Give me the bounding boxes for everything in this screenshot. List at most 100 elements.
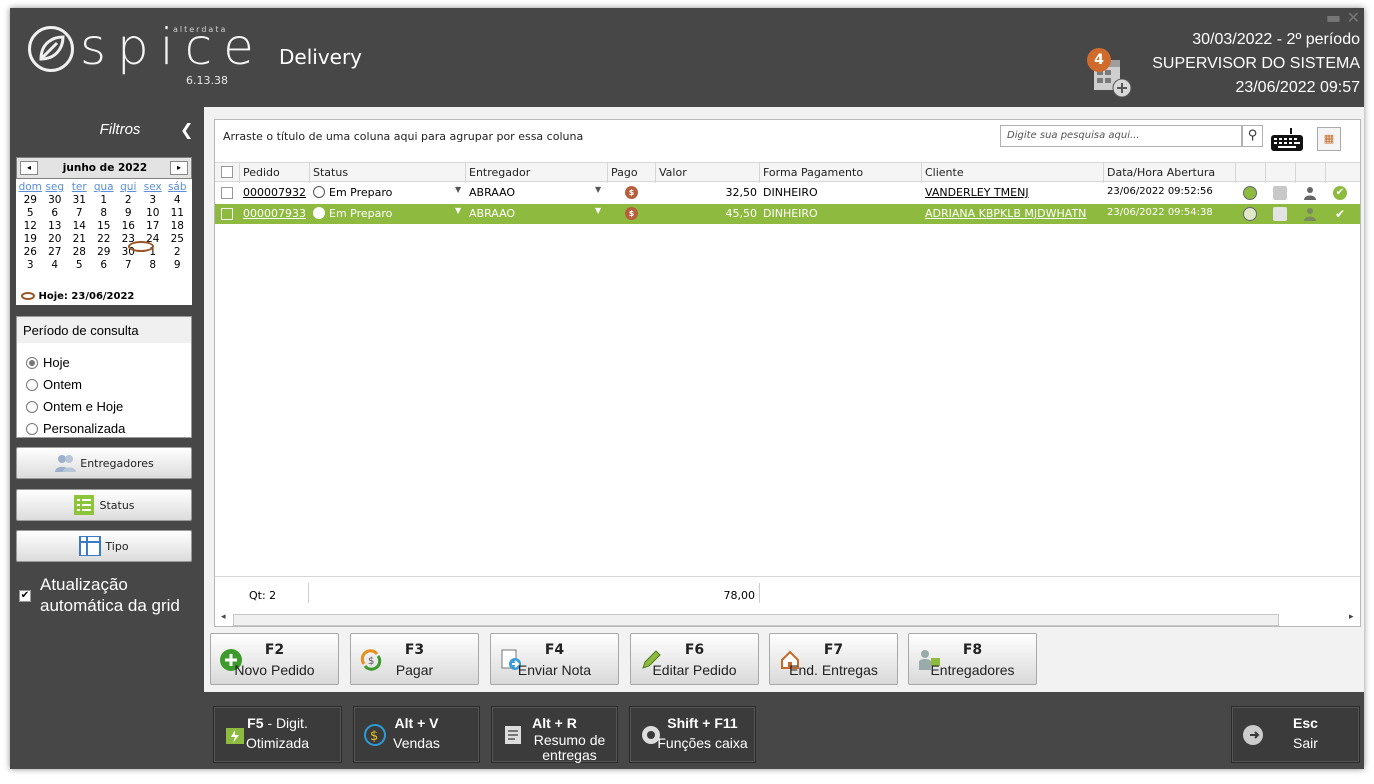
col-header-valor[interactable]: Valor: [659, 166, 687, 179]
calendar-day[interactable]: 12: [18, 221, 43, 232]
calendar-day[interactable]: 25: [165, 234, 190, 245]
scroll-thumb[interactable]: [233, 614, 1279, 626]
pay-button[interactable]: $ F3 Pagar: [350, 633, 479, 685]
col-header-status[interactable]: Status: [313, 166, 348, 179]
calendar-day[interactable]: 4: [43, 260, 68, 271]
status-cell[interactable]: Em Preparo: [313, 186, 392, 199]
chevron-down-icon[interactable]: ▼: [455, 206, 461, 215]
delivery-summary-button[interactable]: Alt + R Resumo de entregas: [491, 706, 618, 763]
exit-button[interactable]: Esc Sair: [1231, 706, 1360, 763]
col-header-cliente[interactable]: Cliente: [925, 166, 964, 179]
scroll-right-icon[interactable]: ▸: [1349, 612, 1354, 622]
col-header-data-hora[interactable]: Data/Hora Abertura: [1107, 166, 1215, 179]
printer-icon[interactable]: [1273, 207, 1287, 221]
col-header-pedido[interactable]: Pedido: [243, 166, 280, 179]
calendar-day[interactable]: 6: [92, 260, 117, 271]
calendar-day[interactable]: 11: [165, 208, 190, 219]
calendar-day[interactable]: 7: [116, 260, 141, 271]
calendar-day[interactable]: 17: [141, 221, 166, 232]
table-row[interactable]: 000007932 Em Preparo ▼ ABRAAO ▼ $ 32,50 …: [215, 183, 1360, 203]
calendar-day[interactable]: 13: [43, 221, 68, 232]
status-cell[interactable]: Em Preparo: [313, 207, 392, 220]
horizontal-scrollbar[interactable]: ◂ ▸: [219, 612, 1359, 626]
calendar-day[interactable]: 29: [92, 247, 117, 258]
calendar-day[interactable]: 20: [43, 234, 68, 245]
calendar-day[interactable]: 31: [67, 195, 92, 206]
calendar-day[interactable]: 4: [165, 195, 190, 206]
calendar-today[interactable]: Hoje: 23/06/2022: [21, 291, 134, 302]
auto-update-checkbox[interactable]: ✔: [19, 590, 31, 602]
sales-button[interactable]: $ Alt + V Vendas: [353, 706, 480, 763]
calendar-day[interactable]: 8: [141, 260, 166, 271]
order-number-link[interactable]: 000007933: [243, 207, 306, 220]
calendar-day[interactable]: 6: [43, 208, 68, 219]
calendar-day[interactable]: 15: [92, 221, 117, 232]
calendar-day[interactable]: 1: [92, 195, 117, 206]
calendar-day[interactable]: 9: [116, 208, 141, 219]
client-link[interactable]: ADRIANA KBPKLB MJDWHATN: [925, 207, 1086, 220]
row-checkbox[interactable]: [221, 208, 233, 220]
check-icon[interactable]: ✔: [1333, 186, 1347, 200]
calendar-day[interactable]: 28: [67, 247, 92, 258]
calendar-day[interactable]: 19: [18, 234, 43, 245]
delivery-status-icon[interactable]: [1243, 207, 1257, 221]
scroll-left-icon[interactable]: ◂: [221, 612, 226, 622]
cash-functions-button[interactable]: Shift + F11 Funções caixa: [629, 706, 756, 763]
calendar-day[interactable]: 10: [141, 208, 166, 219]
printer-icon[interactable]: [1273, 186, 1287, 200]
courier-cell[interactable]: ABRAAO: [469, 186, 515, 199]
window-controls[interactable]: ▬ ✕: [1326, 8, 1360, 27]
status-filter-button[interactable]: Status: [16, 489, 192, 521]
calendar-day[interactable]: 26: [18, 247, 43, 258]
calendar-day[interactable]: 3: [141, 195, 166, 206]
delivery-addresses-button[interactable]: F7 End. Entregas: [769, 633, 898, 685]
calendar-month[interactable]: junho de 2022: [47, 162, 163, 174]
search-icon[interactable]: ⚲: [1242, 125, 1263, 147]
calendar-prev-button[interactable]: ◂: [20, 161, 38, 175]
calendar-day[interactable]: 2: [116, 195, 141, 206]
chevron-down-icon[interactable]: ▼: [455, 185, 461, 194]
calendar-day[interactable]: 5: [67, 260, 92, 271]
courier-assign-icon[interactable]: [1303, 186, 1317, 200]
radio-hoje[interactable]: Hoje: [26, 355, 70, 370]
calendar-day[interactable]: 9: [165, 260, 190, 271]
calendar-day[interactable]: 5: [18, 208, 43, 219]
radio-ontem-e-hoje[interactable]: Ontem e Hoje: [26, 399, 123, 414]
calendar-day[interactable]: 22: [92, 234, 117, 245]
courier-cell[interactable]: ABRAAO: [469, 207, 515, 220]
calendar-day[interactable]: 21: [67, 234, 92, 245]
col-header-forma-pagamento[interactable]: Forma Pagamento: [763, 166, 863, 179]
couriers-button[interactable]: F8 Entregadores: [908, 633, 1037, 685]
type-filter-button[interactable]: Tipo: [16, 530, 192, 562]
calendar-day[interactable]: 16: [116, 221, 141, 232]
radio-personalizada[interactable]: Personalizada: [26, 421, 125, 436]
calendar-day[interactable]: 18: [165, 221, 190, 232]
chevron-down-icon[interactable]: ▼: [595, 206, 601, 215]
client-link[interactable]: VANDERLEY TMENJ: [925, 186, 1029, 199]
calendar-day[interactable]: 30: [43, 195, 68, 206]
calendar-day[interactable]: 2: [165, 247, 190, 258]
calendar-day[interactable]: 3: [18, 260, 43, 271]
send-invoice-button[interactable]: F4 Enviar Nota: [490, 633, 619, 685]
optimized-entry-button[interactable]: F5 - Digit. Otimizada: [213, 706, 342, 763]
check-icon[interactable]: ✔: [1333, 207, 1347, 221]
keyboard-icon[interactable]: [1271, 128, 1303, 157]
courier-assign-icon[interactable]: [1303, 207, 1317, 221]
calendar-day[interactable]: 27: [43, 247, 68, 258]
calendar-day[interactable]: 14: [67, 221, 92, 232]
calendar-next-button[interactable]: ▸: [170, 161, 188, 175]
delivery-status-icon[interactable]: [1243, 186, 1257, 200]
notification-badge[interactable]: 4: [1087, 48, 1111, 72]
couriers-filter-button[interactable]: Entregadores: [16, 447, 192, 479]
edit-order-button[interactable]: F6 Editar Pedido: [630, 633, 759, 685]
search-input[interactable]: Digite sua pesquisa aqui...: [1000, 125, 1242, 147]
chevron-down-icon[interactable]: ▼: [595, 185, 601, 194]
calendar-day[interactable]: 8: [92, 208, 117, 219]
chevron-left-icon[interactable]: ❮: [180, 120, 193, 139]
calendar-icon[interactable]: ▦: [1317, 127, 1341, 151]
table-row-selected[interactable]: 000007933 Em Preparo ▼ ABRAAO ▼ $ 45,50 …: [215, 204, 1360, 224]
col-header-entregador[interactable]: Entregador: [469, 166, 530, 179]
calendar-day[interactable]: 7: [67, 208, 92, 219]
new-order-button[interactable]: F2 Novo Pedido: [210, 633, 339, 685]
radio-ontem[interactable]: Ontem: [26, 377, 82, 392]
